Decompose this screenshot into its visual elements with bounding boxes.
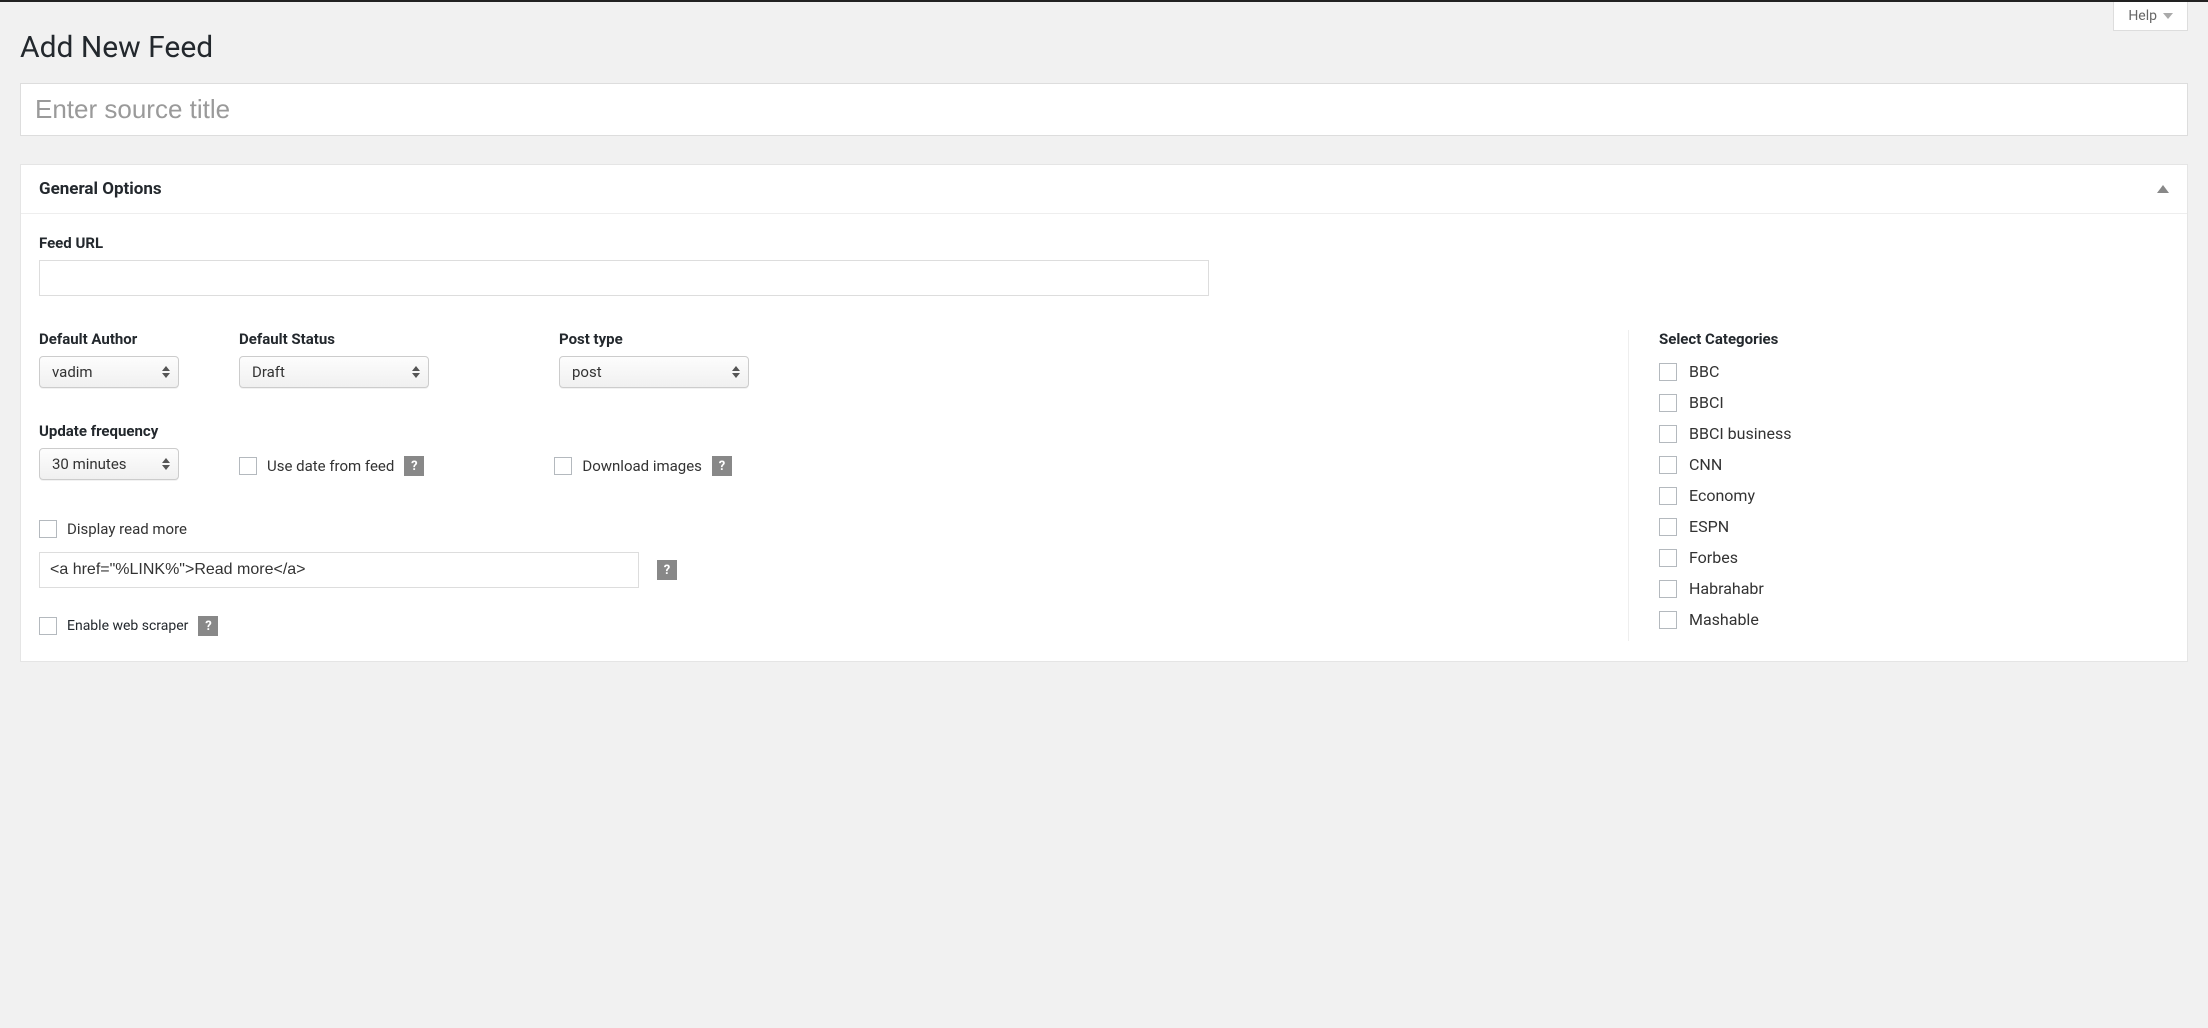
sort-icon (162, 366, 170, 378)
category-label: Economy (1689, 486, 1755, 505)
default-author-select[interactable]: vadim (39, 356, 179, 388)
download-images-label: Download images (582, 457, 702, 475)
use-date-from-feed-label: Use date from feed (267, 457, 394, 475)
category-item: Mashable (1659, 610, 2169, 629)
display-read-more-checkbox[interactable] (39, 520, 57, 538)
help-label: Help (2128, 8, 2157, 24)
category-item: BBCI (1659, 393, 2169, 412)
sort-icon (732, 366, 740, 378)
category-label: BBCI (1689, 393, 1724, 412)
help-icon[interactable]: ? (712, 456, 732, 476)
chevron-up-icon (2157, 185, 2169, 193)
source-title-input[interactable] (20, 83, 2188, 136)
category-label: CNN (1689, 455, 1722, 474)
post-type-value: post (572, 363, 602, 381)
download-images-wrap: Download images ? (554, 456, 732, 476)
download-images-checkbox[interactable] (554, 457, 572, 475)
category-label: Habrahabr (1689, 579, 1764, 598)
default-status-value: Draft (252, 363, 285, 381)
post-type-select[interactable]: post (559, 356, 749, 388)
default-author-label: Default Author (39, 330, 179, 348)
category-label: BBCI business (1689, 424, 1791, 443)
update-frequency-select[interactable]: 30 minutes (39, 448, 179, 480)
help-icon[interactable]: ? (404, 456, 424, 476)
enable-web-scraper-label: Enable web scraper (67, 618, 188, 634)
chevron-down-icon (2163, 13, 2173, 19)
category-item: ESPN (1659, 517, 2169, 536)
columns: Default Author vadim Default Status Draf… (39, 330, 2169, 641)
use-date-from-feed-checkbox[interactable] (239, 457, 257, 475)
readmore-template-row: ? (39, 552, 1608, 588)
row-selects: Default Author vadim Default Status Draf… (39, 330, 1608, 388)
page-title: Add New Feed (20, 30, 2188, 65)
right-column: Select Categories BBC BBCI BBCI busin (1659, 330, 2169, 641)
category-checkbox[interactable] (1659, 611, 1677, 629)
category-checkbox[interactable] (1659, 425, 1677, 443)
category-item: Habrahabr (1659, 579, 2169, 598)
display-read-more-label: Display read more (67, 520, 187, 538)
category-item: Economy (1659, 486, 2169, 505)
category-item: Forbes (1659, 548, 2169, 567)
enable-web-scraper-wrap: Enable web scraper ? (39, 616, 1608, 636)
enable-web-scraper-checkbox[interactable] (39, 617, 57, 635)
post-type-label: Post type (559, 330, 749, 348)
category-label: BBC (1689, 362, 1719, 381)
general-options-panel: General Options Feed URL Default Author … (20, 164, 2188, 662)
readmore-section: Display read more ? (39, 520, 1608, 588)
sort-icon (162, 458, 170, 470)
default-author-value: vadim (52, 363, 93, 381)
help-icon[interactable]: ? (198, 616, 218, 636)
categories-list: BBC BBCI BBCI business CNN (1659, 362, 2169, 629)
sort-icon (412, 366, 420, 378)
category-checkbox[interactable] (1659, 580, 1677, 598)
category-checkbox[interactable] (1659, 487, 1677, 505)
update-frequency-field: Update frequency 30 minutes (39, 422, 179, 480)
category-checkbox[interactable] (1659, 363, 1677, 381)
category-checkbox[interactable] (1659, 518, 1677, 536)
default-status-field: Default Status Draft (239, 330, 429, 388)
use-date-from-feed-wrap: Use date from feed ? (239, 456, 424, 476)
default-status-label: Default Status (239, 330, 429, 348)
category-item: CNN (1659, 455, 2169, 474)
row-frequency: Update frequency 30 minutes Use date fro… (39, 422, 1608, 480)
category-label: Mashable (1689, 610, 1759, 629)
panel-title: General Options (39, 179, 162, 199)
help-icon[interactable]: ? (657, 560, 677, 580)
category-checkbox[interactable] (1659, 456, 1677, 474)
feed-url-input[interactable] (39, 260, 1209, 296)
default-status-select[interactable]: Draft (239, 356, 429, 388)
category-item: BBCI business (1659, 424, 2169, 443)
category-checkbox[interactable] (1659, 549, 1677, 567)
category-checkbox[interactable] (1659, 394, 1677, 412)
update-frequency-label: Update frequency (39, 422, 179, 440)
category-label: Forbes (1689, 548, 1738, 567)
page-wrap: Help Add New Feed General Options Feed U… (0, 0, 2208, 682)
category-label: ESPN (1689, 517, 1729, 536)
update-frequency-value: 30 minutes (52, 455, 127, 473)
panel-header[interactable]: General Options (21, 165, 2187, 214)
panel-body: Feed URL Default Author vadim Def (21, 214, 2187, 661)
default-author-field: Default Author vadim (39, 330, 179, 388)
feed-url-label: Feed URL (39, 234, 2169, 252)
left-column: Default Author vadim Default Status Draf… (39, 330, 1629, 641)
read-more-template-input[interactable] (39, 552, 639, 588)
category-item: BBC (1659, 362, 2169, 381)
post-type-field: Post type post (559, 330, 749, 388)
categories-header: Select Categories (1659, 330, 2169, 348)
help-tab[interactable]: Help (2113, 2, 2188, 31)
display-read-more-wrap: Display read more (39, 520, 1608, 538)
